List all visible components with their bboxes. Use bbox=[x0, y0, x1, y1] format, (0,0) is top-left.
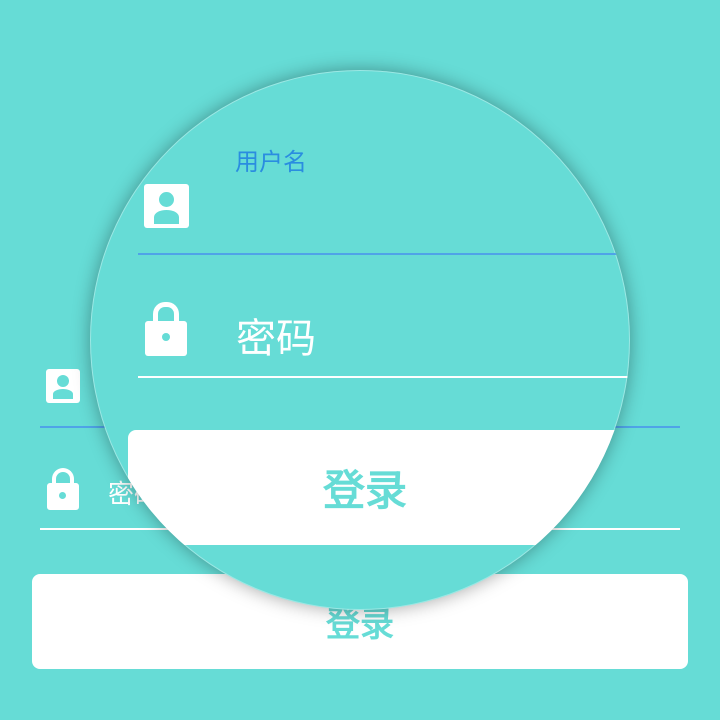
username-underline bbox=[138, 253, 628, 255]
username-label: 用户名 bbox=[235, 148, 307, 176]
lock-icon bbox=[46, 468, 80, 512]
user-icon bbox=[144, 184, 189, 228]
password-underline bbox=[138, 376, 628, 378]
username-input[interactable] bbox=[236, 186, 616, 236]
lock-icon bbox=[145, 302, 187, 357]
login-button[interactable]: 登录 bbox=[128, 430, 630, 545]
user-icon bbox=[46, 369, 80, 403]
password-input[interactable]: 密码 bbox=[236, 306, 316, 364]
magnifier-lens: 用户名 密码 登录 bbox=[90, 70, 630, 610]
